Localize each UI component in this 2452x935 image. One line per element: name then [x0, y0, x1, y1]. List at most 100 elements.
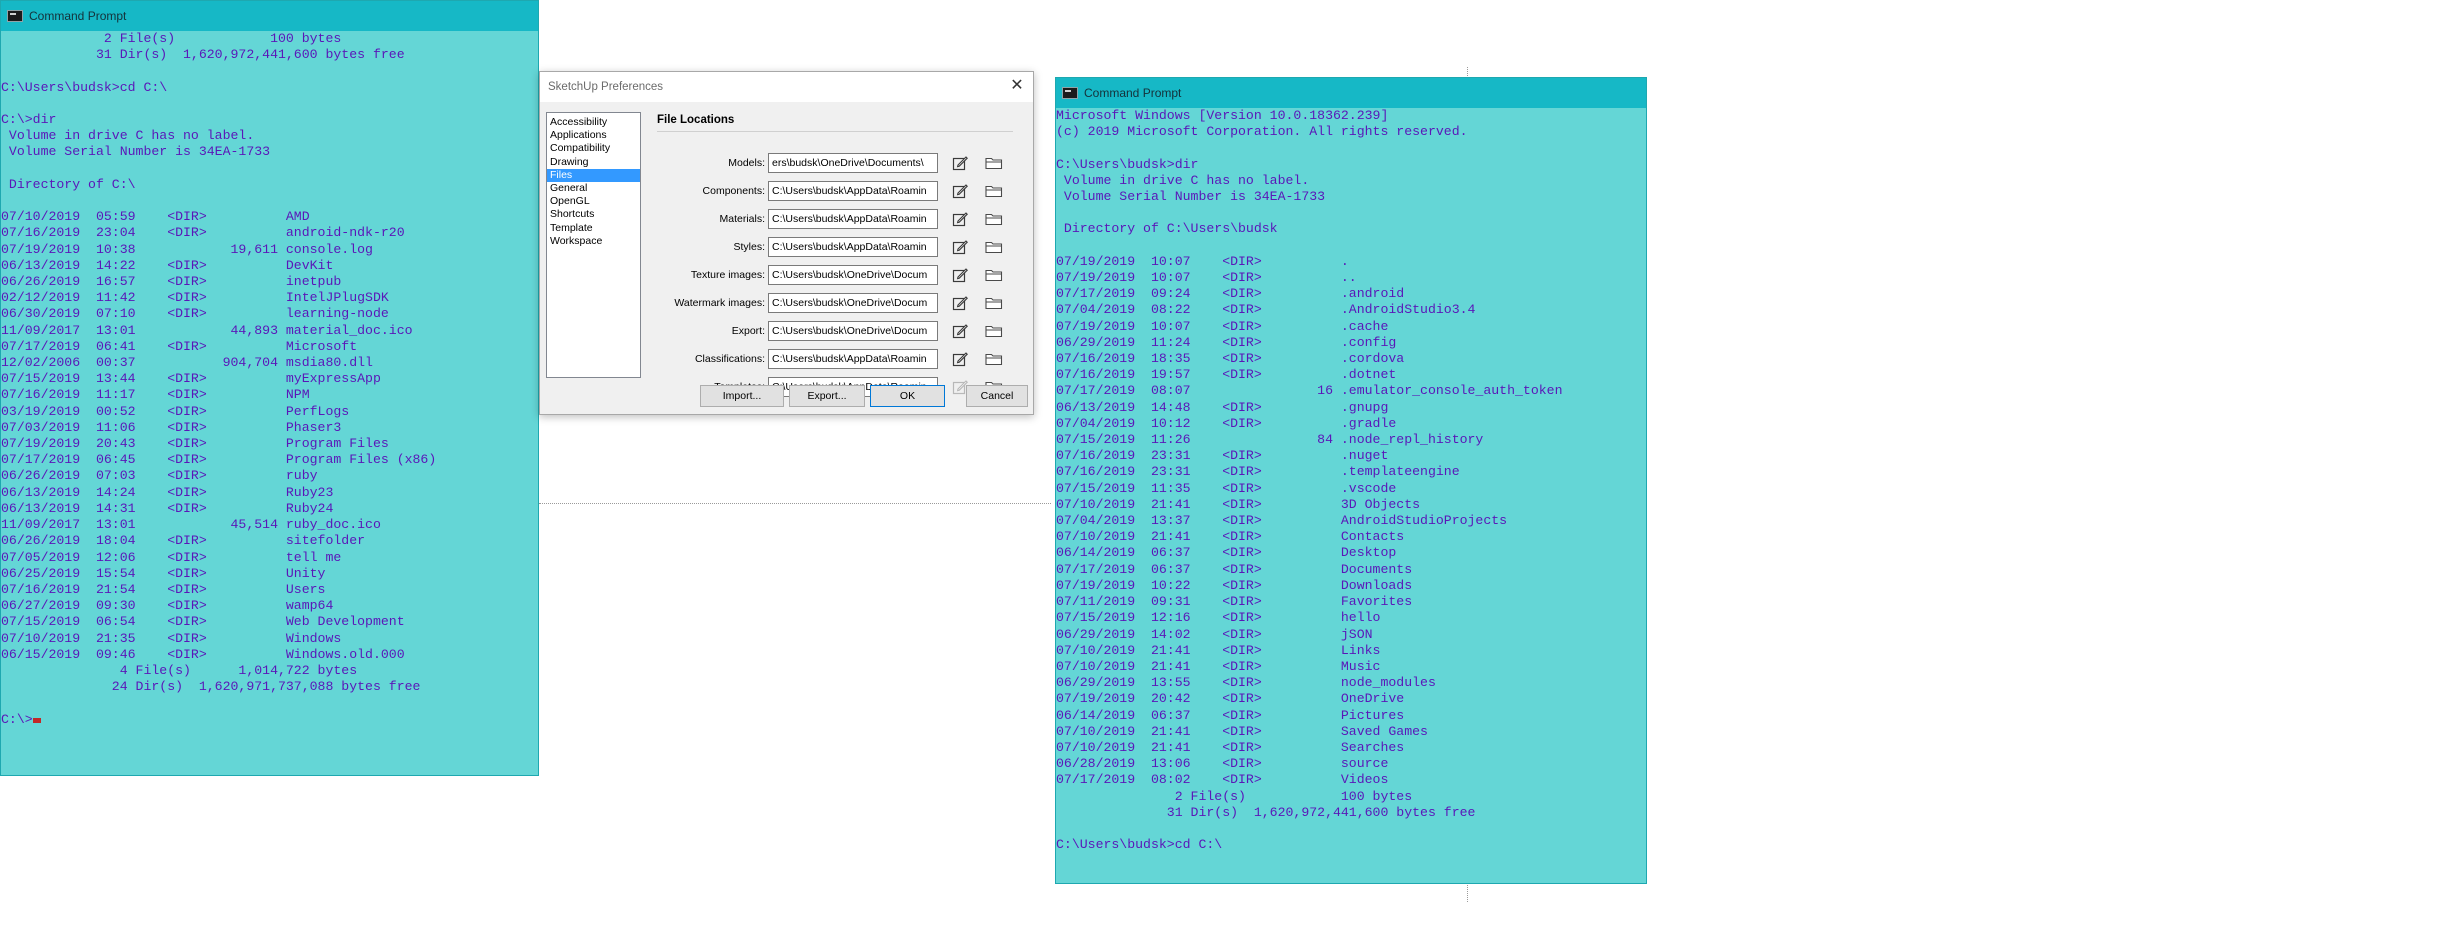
- text-cursor: [32, 717, 41, 723]
- right-command-prompt-window[interactable]: Command Prompt Microsoft Windows [Versio…: [1055, 77, 1647, 884]
- console-line: 06/15/2019 09:46 <DIR> Windows.old.000: [1, 646, 405, 662]
- console-line: 07/16/2019 21:54 <DIR> Users: [1, 581, 326, 597]
- right-console-titlebar[interactable]: Command Prompt: [1056, 78, 1646, 108]
- edit-path-icon[interactable]: [952, 211, 968, 227]
- console-line: 07/17/2019 06:45 <DIR> Program Files (x8…: [1, 452, 437, 468]
- console-prompt: C:\>: [1, 711, 33, 727]
- console-line: C:\Users\budsk>cd C:\: [1, 79, 168, 95]
- edit-path-icon[interactable]: [952, 351, 968, 367]
- file-location-row: Templates:C:\Users\budsk\AppData\Roamin: [540, 377, 1035, 397]
- right-console-output[interactable]: Microsoft Windows [Version 10.0.18362.23…: [1056, 108, 1646, 853]
- console-line: 07/15/2019 11:35 <DIR> .vscode: [1056, 480, 1397, 496]
- console-line: 07/17/2019 08:07 16 .emulator_console_au…: [1056, 383, 1563, 399]
- console-line: Volume Serial Number is 34EA-1733: [1056, 189, 1326, 205]
- console-line: 07/10/2019 21:41 <DIR> Links: [1056, 642, 1381, 658]
- console-line: 07/10/2019 21:41 <DIR> 3D Objects: [1056, 496, 1421, 512]
- console-line: 06/14/2019 06:37 <DIR> Desktop: [1056, 545, 1397, 561]
- file-location-label: Styles:: [733, 241, 765, 253]
- console-line: Microsoft Windows [Version 10.0.18362.23…: [1056, 108, 1389, 123]
- console-line: 07/17/2019 09:24 <DIR> .android: [1056, 286, 1405, 302]
- file-location-row: Classifications: C:\Users\budsk\AppData\R…: [540, 349, 1035, 369]
- folder-icon[interactable]: [985, 184, 1003, 198]
- folder-icon[interactable]: [985, 212, 1003, 226]
- file-location-path-field[interactable]: C:\Users\budsk\AppData\Roamin: [768, 349, 938, 369]
- folder-icon[interactable]: [985, 268, 1003, 282]
- console-line: 06/26/2019 18:04 <DIR> sitefolder: [1, 533, 366, 549]
- folder-icon[interactable]: [985, 296, 1003, 310]
- file-location-label: Materials:: [719, 213, 765, 225]
- console-prompt-line[interactable]: C:\>: [1, 712, 538, 728]
- console-line: 07/19/2019 10:07 <DIR> .cache: [1056, 318, 1389, 334]
- console-line: Directory of C:\: [1, 176, 136, 192]
- console-line: 07/15/2019 13:44 <DIR> myExpressApp: [1, 371, 381, 387]
- section-title: File Locations: [657, 114, 735, 126]
- edit-path-icon[interactable]: [952, 323, 968, 339]
- console-line: 07/16/2019 23:04 <DIR> android-ndk-r20: [1, 225, 405, 241]
- file-location-label: Export:: [731, 325, 765, 337]
- console-line: 07/10/2019 21:41 <DIR> Saved Games: [1056, 723, 1428, 739]
- console-line: 4 File(s) 1,014,722 bytes: [1, 662, 358, 678]
- left-console-output[interactable]: 2 File(s) 100 bytes 31 Dir(s) 1,620,972,…: [1, 31, 538, 728]
- edit-path-icon[interactable]: [952, 267, 968, 283]
- folder-icon[interactable]: [985, 240, 1003, 254]
- console-line: 07/19/2019 10:38 19,611 console.log: [1, 241, 373, 257]
- console-line: 07/10/2019 21:41 <DIR> Music: [1056, 658, 1381, 674]
- file-location-path-field[interactable]: C:\Users\budsk\OneDrive\Docum: [768, 293, 938, 313]
- console-line: 07/16/2019 11:17 <DIR> NPM: [1, 387, 310, 403]
- console-line: 07/19/2019 20:42 <DIR> OneDrive: [1056, 691, 1405, 707]
- category-item-accessibility[interactable]: Accessibility: [547, 116, 640, 129]
- close-icon[interactable]: ✕: [1009, 78, 1025, 94]
- left-command-prompt-window[interactable]: Command Prompt 2 File(s) 100 bytes 31 Di…: [0, 0, 539, 776]
- file-location-row: Models: ers\budsk\OneDrive\Documents\: [540, 153, 1035, 173]
- ok-button[interactable]: OK: [870, 385, 945, 407]
- file-location-label: Components:: [702, 185, 765, 197]
- console-line: 07/17/2019 06:41 <DIR> Microsoft: [1, 338, 358, 354]
- console-line: Volume in drive C has no label.: [1056, 172, 1310, 188]
- console-line: 06/25/2019 15:54 <DIR> Unity: [1, 565, 326, 581]
- edit-path-icon[interactable]: [952, 183, 968, 199]
- console-line: 07/16/2019 23:31 <DIR> .templateengine: [1056, 464, 1460, 480]
- cancel-button[interactable]: Cancel: [966, 385, 1028, 407]
- edit-path-icon[interactable]: [952, 295, 968, 311]
- console-line: (c) 2019 Microsoft Corporation. All righ…: [1056, 124, 1468, 140]
- file-location-label: Classifications:: [694, 353, 765, 365]
- file-location-path-field[interactable]: ers\budsk\OneDrive\Documents\: [768, 153, 938, 173]
- console-line: 07/04/2019 10:12 <DIR> .gradle: [1056, 415, 1397, 431]
- file-location-row: Texture images: C:\Users\budsk\OneDrive\D…: [540, 265, 1035, 285]
- file-location-path-field[interactable]: C:\Users\budsk\AppData\Roamin: [768, 181, 938, 201]
- export-button[interactable]: Export...: [789, 385, 865, 407]
- console-line: 07/16/2019 19:57 <DIR> .dotnet: [1056, 367, 1397, 383]
- file-location-path-field[interactable]: C:\Users\budsk\OneDrive\Docum: [768, 321, 938, 341]
- console-line: 11/09/2017 13:01 44,893 material_doc.ico: [1, 322, 413, 338]
- console-line: 06/14/2019 06:37 <DIR> Pictures: [1056, 707, 1405, 723]
- console-line: 06/30/2019 07:10 <DIR> learning-node: [1, 306, 389, 322]
- console-line: 12/02/2006 00:37 904,704 msdia80.dll: [1, 355, 373, 371]
- console-line: 06/29/2019 13:55 <DIR> node_modules: [1056, 675, 1436, 691]
- import-button[interactable]: Import...: [700, 385, 784, 407]
- folder-icon[interactable]: [985, 324, 1003, 338]
- edit-path-icon[interactable]: [952, 239, 968, 255]
- console-line: 07/15/2019 06:54 <DIR> Web Development: [1, 614, 405, 630]
- console-line: 07/04/2019 08:22 <DIR> .AndroidStudio3.4: [1056, 302, 1476, 318]
- console-line: 31 Dir(s) 1,620,972,441,600 bytes free: [1056, 804, 1476, 820]
- file-location-label: Texture images:: [690, 269, 765, 281]
- console-line: 07/10/2019 21:41 <DIR> Contacts: [1056, 529, 1405, 545]
- file-location-path-field[interactable]: C:\Users\budsk\OneDrive\Docum: [768, 265, 938, 285]
- console-line: 07/15/2019 12:16 <DIR> hello: [1056, 610, 1381, 626]
- console-line: 06/26/2019 07:03 <DIR> ruby: [1, 468, 318, 484]
- console-line: 07/19/2019 10:07 <DIR> .: [1056, 253, 1349, 269]
- category-item-applications[interactable]: Applications: [547, 129, 640, 142]
- guide-line-horizontal: [539, 503, 1051, 504]
- file-location-path-field[interactable]: C:\Users\budsk\AppData\Roamin: [768, 237, 938, 257]
- left-console-titlebar[interactable]: Command Prompt: [1, 1, 538, 31]
- file-location-path-field[interactable]: C:\Users\budsk\AppData\Roamin: [768, 209, 938, 229]
- folder-icon[interactable]: [985, 156, 1003, 170]
- dialog-titlebar[interactable]: SketchUp Preferences ✕: [540, 72, 1033, 102]
- folder-icon[interactable]: [985, 352, 1003, 366]
- edit-path-icon[interactable]: [952, 155, 968, 171]
